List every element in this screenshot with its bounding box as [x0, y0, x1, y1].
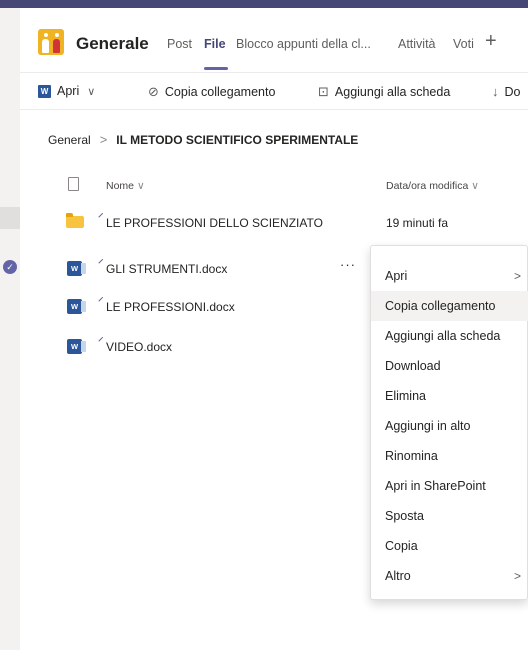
- chevron-right-icon: >: [513, 269, 521, 283]
- new-item-icon: ⸍: [98, 296, 104, 308]
- menu-item-more[interactable]: Altro >: [371, 561, 528, 591]
- menu-item-download[interactable]: Download: [371, 351, 528, 381]
- menu-item-label: Apri: [385, 269, 408, 283]
- word-file-icon: W: [67, 261, 86, 276]
- column-modified-label: Data/ora modifica: [386, 180, 469, 192]
- menu-item-label: Apri in SharePoint: [385, 479, 486, 493]
- menu-item-open[interactable]: Apri >: [371, 261, 528, 291]
- files-toolbar: W Apri ∨ ⊘ Copia collegamento ⊡ Aggiungi…: [20, 72, 528, 110]
- tab-grades[interactable]: Voti: [453, 37, 474, 51]
- menu-item-move[interactable]: Sposta: [371, 501, 528, 531]
- copy-link-button[interactable]: ⊘ Copia collegamento: [148, 84, 275, 100]
- folder-icon: [66, 213, 84, 228]
- file-row-folder[interactable]: ⸍ LE PROFESSIONI DELLO SCIENZIATO 19 min…: [20, 207, 528, 237]
- file-name[interactable]: LE PROFESSIONI DELLO SCIENZIATO: [106, 216, 323, 230]
- menu-item-label: Copia: [385, 539, 418, 553]
- download-label: Do: [504, 84, 521, 99]
- menu-item-pin-top[interactable]: Aggiungi in alto: [371, 411, 528, 441]
- new-item-icon: ⸍: [98, 212, 104, 224]
- more-options-button[interactable]: ···: [340, 257, 356, 272]
- channel-header: Generale Post File Blocco appunti della …: [20, 8, 528, 71]
- file-modified: 19 minuti fa: [386, 216, 449, 230]
- active-tab-indicator: [204, 67, 228, 70]
- menu-item-label: Sposta: [385, 509, 424, 523]
- selected-check-icon[interactable]: ✓: [3, 260, 17, 274]
- menu-item-label: Rinomina: [385, 449, 438, 463]
- chevron-down-icon: ∨: [471, 180, 479, 192]
- file-name[interactable]: VIDEO.docx: [106, 340, 172, 354]
- channel-name: Generale: [76, 34, 149, 53]
- main-panel: Generale Post File Blocco appunti della …: [20, 8, 528, 650]
- menu-item-open-sharepoint[interactable]: Apri in SharePoint: [371, 471, 528, 501]
- menu-item-label: Download: [385, 359, 441, 373]
- app-top-bar: [0, 0, 528, 8]
- menu-item-copy[interactable]: Copia: [371, 531, 528, 561]
- link-icon: ⊘: [148, 84, 159, 99]
- context-menu: Apri > Copia collegamento Aggiungi alla …: [370, 245, 528, 600]
- plus-icon[interactable]: +: [485, 30, 497, 53]
- menu-item-copy-link[interactable]: Copia collegamento: [371, 291, 528, 321]
- file-name[interactable]: LE PROFESSIONI.docx: [106, 300, 235, 314]
- word-file-icon: W: [67, 339, 86, 354]
- tab-file[interactable]: File: [204, 37, 226, 51]
- menu-item-rename[interactable]: Rinomina: [371, 441, 528, 471]
- menu-item-label: Copia collegamento: [385, 299, 496, 313]
- chevron-right-icon: >: [99, 132, 108, 147]
- open-label: Apri: [57, 84, 80, 98]
- add-to-tab-label: Aggiungi alla scheda: [334, 85, 451, 99]
- chevron-down-icon: ∨: [87, 85, 96, 98]
- chevron-down-icon: ∨: [136, 180, 145, 192]
- word-doc-icon: W: [38, 84, 51, 98]
- tab-post[interactable]: Post: [167, 37, 192, 51]
- team-avatar[interactable]: [38, 29, 64, 55]
- column-name-label: Nome: [106, 180, 135, 192]
- chevron-right-icon: >: [513, 569, 521, 583]
- new-item-icon: ⸍: [98, 258, 104, 270]
- left-rail-highlight: [0, 207, 20, 229]
- word-file-icon: W: [67, 299, 86, 314]
- breadcrumb: General > IL METODO SCIENTIFICO SPERIMEN…: [48, 132, 358, 147]
- menu-item-label: Altro: [385, 569, 411, 583]
- add-to-tab-button[interactable]: ⊡ Aggiungi alla scheda: [318, 84, 450, 100]
- file-type-header-icon: [68, 177, 79, 191]
- copy-link-label: Copia collegamento: [164, 85, 276, 99]
- tab-class-notebook[interactable]: Blocco appunti della cl...: [236, 37, 371, 51]
- new-item-icon: ⸍: [98, 336, 104, 348]
- open-button[interactable]: W Apri ∨: [38, 84, 95, 98]
- menu-item-add-to-tab[interactable]: Aggiungi alla scheda: [371, 321, 528, 351]
- column-header-modified[interactable]: Data/ora modifica ∨: [386, 180, 479, 192]
- tab-icon: ⊡: [318, 84, 329, 99]
- menu-item-label: Elimina: [385, 389, 426, 403]
- menu-item-label: Aggiungi in alto: [385, 419, 471, 433]
- tab-activities[interactable]: Attività: [398, 37, 436, 51]
- menu-item-delete[interactable]: Elimina: [371, 381, 528, 411]
- column-header-name[interactable]: Nome ∨: [106, 180, 145, 192]
- breadcrumb-root[interactable]: General: [48, 133, 91, 147]
- download-button[interactable]: ↓ Do: [492, 84, 520, 99]
- menu-item-label: Aggiungi alla scheda: [385, 329, 501, 343]
- breadcrumb-current: IL METODO SCIENTIFICO SPERIMENTALE: [116, 132, 359, 147]
- file-name[interactable]: GLI STRUMENTI.docx: [106, 262, 227, 276]
- download-icon: ↓: [492, 84, 499, 99]
